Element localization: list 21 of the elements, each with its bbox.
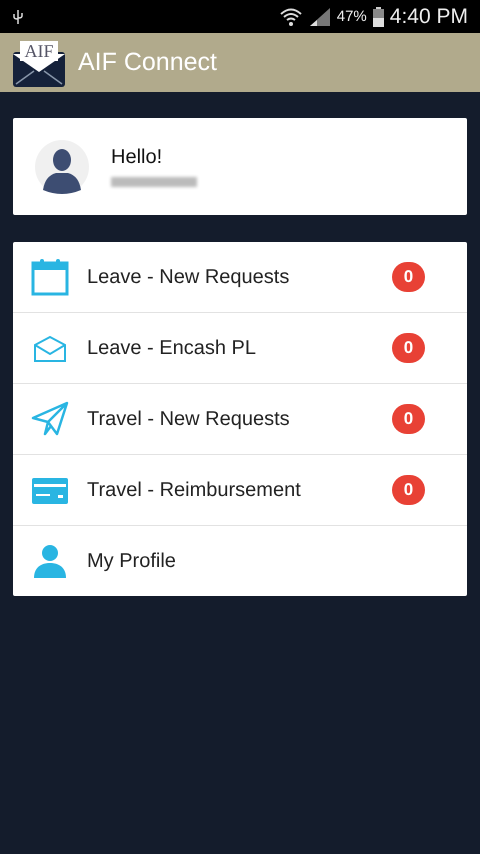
usb-icon xyxy=(12,8,24,24)
menu-item[interactable]: Leave - Encash PL 0 xyxy=(13,312,467,383)
paper-plane-icon xyxy=(31,400,69,438)
count-badge: 0 xyxy=(392,262,425,292)
count-badge: 0 xyxy=(392,404,425,434)
count-badge: 0 xyxy=(392,333,425,363)
signal-icon xyxy=(308,6,331,26)
menu-item[interactable]: Travel - Reimbursement 0 xyxy=(13,454,467,525)
menu-item[interactable]: Travel - New Requests 0 xyxy=(13,383,467,454)
battery-icon xyxy=(372,6,384,26)
greeting: Hello! xyxy=(111,146,164,169)
wifi-icon xyxy=(278,6,303,28)
battery-percent: 47% xyxy=(336,8,367,25)
clock: 4:40 PM xyxy=(390,4,468,28)
menu-item[interactable]: Leave - New Requests 0 xyxy=(13,242,467,312)
avatar-icon xyxy=(35,140,89,194)
menu-item[interactable]: My Profile xyxy=(13,525,467,596)
calendar-icon xyxy=(31,258,69,296)
app-title: AIF Connect xyxy=(78,48,217,77)
person-icon xyxy=(31,542,69,580)
count-badge: 0 xyxy=(392,475,425,505)
